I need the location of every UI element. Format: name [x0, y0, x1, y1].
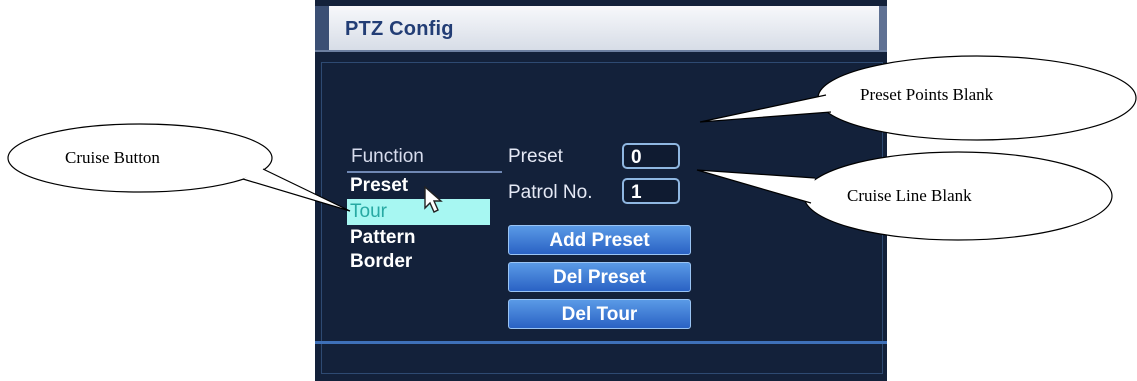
menu-item-pattern[interactable]: Pattern: [347, 227, 415, 249]
window-title: PTZ Config: [345, 18, 454, 40]
title-bar-right-edge: [879, 6, 887, 50]
ptz-config-window: PTZ Config Function Preset Tour Pattern …: [315, 0, 887, 381]
patrol-no-label: Patrol No.: [508, 182, 593, 203]
menu-item-border[interactable]: Border: [347, 251, 412, 273]
cruise-button-callout: [7, 123, 273, 193]
menu-item-tour[interactable]: Tour: [347, 199, 490, 225]
title-bar-left-edge: [315, 6, 329, 50]
preset-field[interactable]: 0: [622, 143, 680, 169]
function-header: Function: [351, 146, 424, 167]
cruise-button-label: Cruise Button: [65, 148, 160, 167]
preset-label: Preset: [508, 146, 563, 167]
mouse-pointer-icon: [424, 186, 443, 213]
del-preset-button[interactable]: Del Preset: [508, 262, 691, 292]
status-divider: [315, 341, 887, 344]
add-preset-button[interactable]: Add Preset: [508, 225, 691, 255]
patrol-no-field[interactable]: 1: [622, 178, 680, 204]
menu-item-preset[interactable]: Preset: [347, 175, 408, 197]
del-tour-button[interactable]: Del Tour: [508, 299, 691, 329]
function-divider: [347, 171, 502, 173]
